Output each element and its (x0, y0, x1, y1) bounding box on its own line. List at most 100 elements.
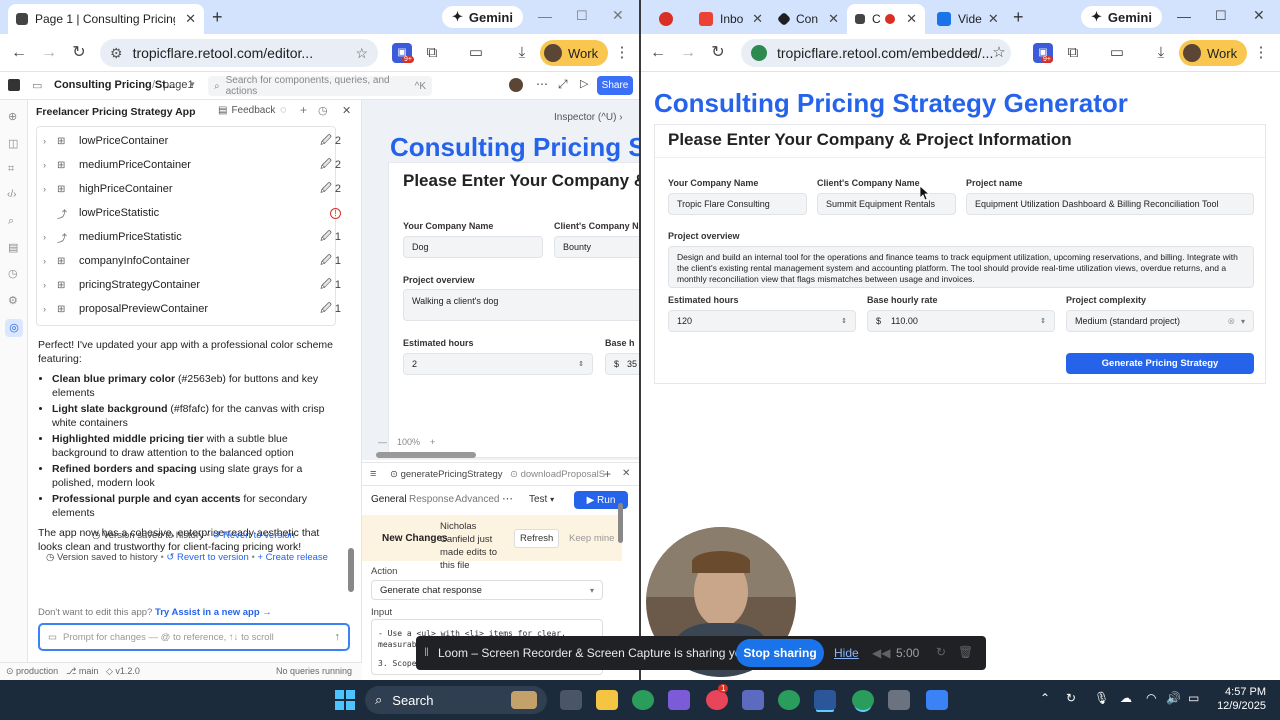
clock[interactable]: 4:57 PM 12/9/2025 (1212, 685, 1266, 713)
client-name-input[interactable]: Summit Equipment Rentals (817, 193, 956, 215)
retool-logo-icon[interactable] (8, 79, 20, 91)
taskbar-search[interactable]: ⌕ Search (365, 686, 547, 714)
chrome-icon[interactable] (852, 690, 874, 710)
tab-active-embedded[interactable]: C ✕ (847, 4, 925, 34)
close-tab-icon[interactable]: ✕ (900, 11, 917, 27)
test-button[interactable]: Test ▾ (529, 494, 554, 505)
share-button[interactable]: Share (597, 76, 633, 95)
code-icon[interactable]: ‹/› (7, 189, 16, 200)
query-tab[interactable]: ⊙ downloadProposalS (510, 469, 605, 480)
more-options-icon[interactable]: ⋯ (502, 492, 513, 505)
hourly-rate-input[interactable]: $ 110.00 ⇕ (867, 310, 1055, 332)
rewind-icon[interactable]: ◀◀ (872, 646, 890, 660)
query-list-icon[interactable]: ≡ (370, 468, 376, 480)
subtab-response[interactable]: Response (409, 494, 454, 505)
clear-icon[interactable]: ⊗ (1227, 316, 1235, 327)
reload-icon[interactable]: ↻ (68, 42, 90, 64)
assist-icon[interactable]: ◎ (5, 319, 23, 337)
search-input[interactable]: ⌕ Search for components, queries, and ac… (208, 75, 432, 97)
preview-play-icon[interactable]: ▷ (580, 77, 588, 90)
cast-icon[interactable]: ▭ (466, 43, 486, 63)
canvas-client-input[interactable]: Bounty (554, 236, 640, 258)
close-query-icon[interactable]: ✕ (622, 468, 630, 479)
reload-icon[interactable]: ↻ (707, 42, 729, 64)
cast-icon[interactable]: ▭ (1107, 43, 1127, 63)
query-tab-active[interactable]: ⊙ generatePricingStrategy (390, 469, 503, 480)
download-icon[interactable]: ⤓ (1151, 43, 1171, 63)
tree-item[interactable]: › ⊞ lowPriceContainer 🖉 2 (43, 129, 341, 153)
settings-icon[interactable]: ⚙ (8, 294, 18, 307)
refresh-button[interactable]: Refresh (514, 529, 560, 548)
new-tab-button[interactable]: + (212, 7, 223, 28)
project-overview-textarea[interactable]: Design and build an internal tool for th… (668, 246, 1254, 288)
menu-kebab-icon[interactable]: ⋮ (1251, 43, 1271, 63)
action-select[interactable]: Generate chat response ▾ (371, 580, 603, 600)
feedback-button[interactable]: ▤ Feedback (218, 105, 275, 116)
chevron-right-icon[interactable]: › (43, 232, 57, 242)
minimize-icon[interactable]: — (1177, 8, 1191, 24)
close-panel-icon[interactable]: ✕ (342, 104, 351, 117)
close-tab-icon[interactable]: ✕ (746, 11, 763, 27)
tab-retool-editor[interactable]: Page 1 | Consulting Pricing Stra ✕ (8, 4, 204, 34)
stepper-icon[interactable]: ⇕ (841, 317, 847, 325)
page-selector[interactable]: page1 (163, 79, 194, 91)
restart-icon[interactable]: ↻ (936, 645, 946, 659)
minimize-icon[interactable]: — (538, 8, 552, 24)
close-tab-icon[interactable]: ✕ (179, 11, 196, 27)
chevron-right-icon[interactable]: › (43, 256, 57, 266)
create-release-link[interactable]: + Create release (257, 552, 328, 563)
layers-icon[interactable]: ◫ (8, 137, 18, 150)
download-icon[interactable]: ⤓ (512, 43, 532, 63)
close-tab-icon[interactable]: ✕ (822, 11, 839, 27)
close-window-icon[interactable]: ✕ (1253, 7, 1265, 24)
new-chat-icon[interactable]: + (300, 103, 307, 117)
keep-mine-button[interactable]: Keep mine (569, 533, 614, 544)
revert-link[interactable]: ↺ Revert to version (166, 552, 248, 563)
volume-icon[interactable]: 🔊 (1166, 691, 1181, 705)
estimated-hours-input[interactable]: 120 ⇕ (668, 310, 856, 332)
address-bar[interactable]: ⚙ tropicflare.retool.com/editor... ☆ (100, 39, 378, 67)
gemini-button[interactable]: ✦ Gemini (1081, 6, 1162, 28)
zoom-in-icon[interactable]: + (430, 437, 435, 447)
stepper-icon[interactable]: ⇕ (1040, 317, 1046, 325)
puzzle-extensions-icon[interactable]: ⧉ (1063, 43, 1083, 63)
tab-inbox[interactable]: Inbo ✕ (691, 4, 771, 34)
try-assist-link[interactable]: Try Assist in a new app → (155, 607, 272, 618)
chrome-icon[interactable] (632, 690, 654, 710)
chevron-right-icon[interactable]: › (43, 160, 57, 170)
canvas-overview-input[interactable]: Walking a client's dog (403, 289, 640, 321)
canvas-rate-input[interactable]: $35 (605, 353, 640, 375)
tab-video[interactable]: Vide ✕ (929, 4, 1003, 34)
stepper-icon[interactable]: ⇕ (578, 360, 584, 368)
file-explorer-icon[interactable] (596, 690, 618, 710)
notepad-icon[interactable] (926, 690, 948, 710)
tree-item[interactable]: ⤴ lowPriceStatistic! (43, 201, 341, 225)
canvas-hours-input[interactable]: 2 ⇕ (403, 353, 593, 375)
send-arrow-icon[interactable]: ↑ (335, 631, 341, 643)
task-view-icon[interactable] (560, 690, 582, 710)
version-label[interactable]: ◇ v1.2.0 (106, 666, 140, 677)
puzzle-extensions-icon[interactable]: ⧉ (422, 43, 442, 63)
add-component-icon[interactable]: ⊕ (8, 110, 17, 123)
forward-icon[interactable]: → (677, 42, 699, 64)
canvas-app-title[interactable]: Consulting Pricing St (390, 132, 640, 163)
add-query-icon[interactable]: + (604, 467, 611, 481)
revert-link[interactable]: ↺ Revert to version (212, 530, 294, 541)
microphone-icon[interactable]: 🎙 (1094, 691, 1109, 705)
inspector-toggle[interactable]: Inspector (^U) › (554, 112, 623, 123)
environment-label[interactable]: ⊙ production (6, 666, 58, 677)
sync-icon[interactable]: ↻ (1066, 691, 1076, 705)
chevron-right-icon[interactable]: › (43, 304, 57, 314)
tab[interactable]: Con ✕ (771, 4, 847, 34)
drag-handle-icon[interactable]: ‖ (424, 645, 429, 659)
snipping-tool-icon[interactable] (888, 690, 910, 710)
panel-scrollbar[interactable] (348, 548, 354, 592)
back-icon[interactable]: ← (8, 42, 30, 64)
maximize-icon[interactable]: ☐ (576, 8, 588, 24)
prompt-input[interactable]: ▭ Prompt for changes — @ to reference, ↑… (38, 623, 350, 651)
profile-button[interactable]: Work (1179, 40, 1248, 66)
hide-button[interactable]: Hide (834, 646, 859, 660)
stop-sharing-button[interactable]: Stop sharing (736, 639, 824, 667)
tree-item[interactable]: › ⊞ highPriceContainer 🖉 2 (43, 177, 341, 201)
slack-icon[interactable] (706, 690, 728, 710)
